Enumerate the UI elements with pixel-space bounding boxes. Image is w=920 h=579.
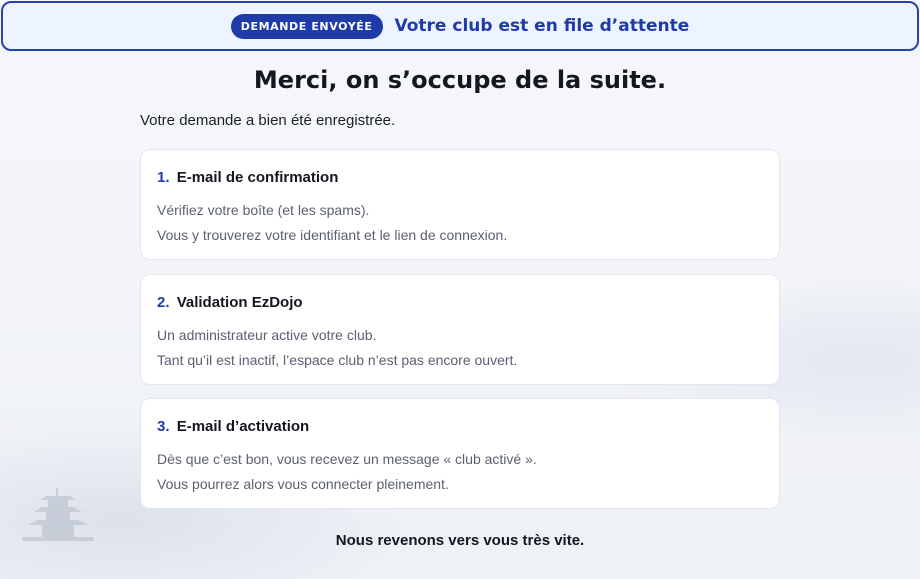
step-title: 2. Validation EzDojo [157, 294, 763, 311]
page-title: Merci, on s’occupe de la suite. [253, 66, 667, 94]
footer-message: Nous revenons vers vous très vite. [335, 532, 585, 549]
status-banner: DEMANDE ENVOYÉE Votre club est en file d… [1, 1, 919, 51]
step-line: Dès que c’est bon, vous recevez un messa… [157, 451, 537, 467]
step-card-activation: 3. E-mail d’activation Dès que c’est bon… [140, 398, 780, 509]
step-number: 1. [157, 169, 170, 186]
intro-text: Votre demande a bien été enregistrée. [140, 112, 396, 129]
step-title-text: Validation EzDojo [176, 294, 303, 311]
step-title-text: E-mail d’activation [176, 418, 310, 435]
step-line: Tant qu’il est inactif, l’espace club n’… [157, 352, 518, 368]
step-card-confirmation: 1. E-mail de confirmation Vérifiez votre… [140, 149, 780, 260]
step-line: Vous y trouverez votre identifiant et le… [157, 227, 508, 243]
step-title: 1. E-mail de confirmation [157, 169, 763, 186]
step-title: 3. E-mail d’activation [157, 418, 763, 435]
status-badge: DEMANDE ENVOYÉE [230, 13, 383, 39]
step-line: Vérifiez votre boîte (et les spams). [157, 202, 370, 218]
step-line: Un administrateur active votre club. [157, 327, 377, 343]
banner-title: Votre club est en file d’attente [394, 16, 690, 36]
step-number: 2. [157, 294, 170, 311]
step-number: 3. [157, 418, 170, 435]
step-line: Vous pourrez alors vous connecter pleine… [157, 476, 449, 492]
step-card-validation: 2. Validation EzDojo Un administrateur a… [140, 274, 780, 385]
step-title-text: E-mail de confirmation [176, 169, 339, 186]
